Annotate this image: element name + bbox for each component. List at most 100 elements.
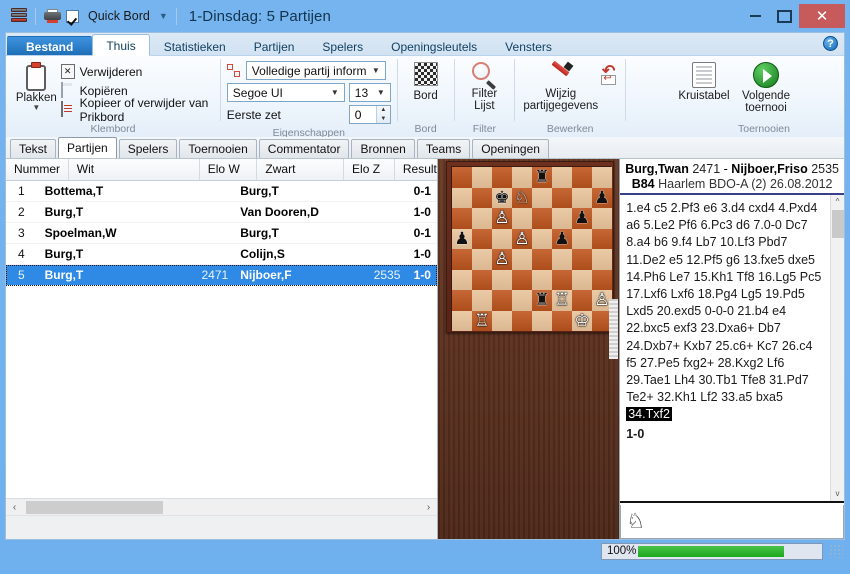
board-square-e1[interactable] [532, 310, 552, 331]
board-button[interactable]: Bord [404, 60, 448, 102]
board-square-h6[interactable] [592, 208, 612, 229]
board-square-f5[interactable]: ♟ [552, 228, 572, 249]
board-square-c3[interactable] [492, 269, 512, 290]
board-square-b5[interactable] [472, 228, 492, 249]
chess-board[interactable]: ♜ ♚ ♘ ♟ ♙ ♟ ♟ ♙ ♟ ♙ ♜ ♖ ♙ ♖ ♔ [451, 166, 612, 331]
board-square-f3[interactable] [552, 269, 572, 290]
board-square-c5[interactable] [492, 228, 512, 249]
board-square-c7[interactable]: ♚ [492, 187, 512, 208]
chevron-down-icon[interactable]: ▼ [32, 104, 40, 112]
tab-bronnen[interactable]: Bronnen [351, 139, 415, 158]
scroll-up-icon[interactable]: ^ [831, 195, 845, 209]
black-pawn-icon[interactable]: ♟ [594, 188, 609, 207]
board-square-f7[interactable] [552, 187, 572, 208]
filter-list-button[interactable]: Filter Lijst [460, 60, 508, 112]
board-square-a1[interactable] [452, 310, 472, 331]
board-square-f2[interactable]: ♖ [552, 290, 572, 311]
white-king-icon[interactable]: ♔ [574, 311, 589, 330]
board-square-b7[interactable] [472, 187, 492, 208]
board-square-g1[interactable]: ♔ [572, 310, 592, 331]
board-square-b1[interactable]: ♖ [472, 310, 492, 331]
tab-teams[interactable]: Teams [416, 139, 471, 158]
white-pawn-icon[interactable]: ♙ [514, 229, 529, 248]
tab-toernooien[interactable]: Toernooien [179, 139, 257, 158]
board-square-d5[interactable]: ♙ [512, 228, 532, 249]
board-square-e6[interactable] [532, 208, 552, 229]
black-rook-icon[interactable]: ♜ [534, 167, 549, 186]
tab-partijen[interactable]: Partijen [58, 137, 117, 158]
tab-spelers[interactable]: Spelers [118, 139, 178, 158]
tab-commentator[interactable]: Commentator [258, 139, 350, 158]
table-row[interactable]: 3 Spoelman,W Burg,T 0-1 [6, 223, 437, 244]
layout-combo[interactable]: Volledige partij inform ▼ [245, 61, 386, 80]
scrollbar-track[interactable] [23, 499, 420, 515]
horizontal-scrollbar[interactable]: ‹ › [6, 498, 437, 515]
board-square-c1[interactable] [492, 310, 512, 331]
crosstable-button[interactable]: Kruistabel [674, 60, 734, 102]
board-square-e7[interactable] [532, 187, 552, 208]
table-row[interactable]: 4 Burg,T Colijn,S 1-0 [6, 244, 437, 265]
board-square-a2[interactable] [452, 290, 472, 311]
quick-board-checkbox[interactable] [66, 9, 79, 23]
minimize-button[interactable] [741, 4, 770, 28]
ribbon-tab-thuis[interactable]: Thuis [92, 34, 150, 56]
white-rook-icon[interactable]: ♖ [474, 311, 489, 330]
board-square-f1[interactable] [552, 310, 572, 331]
tab-tekst[interactable]: Tekst [10, 139, 57, 158]
edit-gamedata-button[interactable]: Wijzig partijgegevens [521, 60, 600, 112]
chevron-down-icon[interactable]: ▼ [374, 88, 388, 97]
stepper-buttons[interactable]: ▲ ▼ [375, 106, 390, 123]
board-square-b2[interactable] [472, 290, 492, 311]
board-square-f8[interactable] [552, 167, 572, 188]
paste-button[interactable]: Plakken ▼ [12, 60, 61, 112]
notation-scrollbar[interactable]: ^ v [830, 195, 844, 501]
board-square-d2[interactable] [512, 290, 532, 311]
board-square-e2[interactable]: ♜ [532, 290, 552, 311]
board-square-e3[interactable] [532, 269, 552, 290]
board-square-f4[interactable] [552, 249, 572, 270]
board-square-e8[interactable]: ♜ [532, 167, 552, 188]
black-pawn-icon[interactable]: ♟ [554, 229, 569, 248]
board-square-a6[interactable] [452, 208, 472, 229]
board-square-g3[interactable] [572, 269, 592, 290]
board-square-b3[interactable] [472, 269, 492, 290]
ribbon-tab-partijen[interactable]: Partijen [240, 36, 309, 56]
scroll-down-icon[interactable]: v [831, 487, 845, 501]
board-square-a5[interactable]: ♟ [452, 228, 472, 249]
scrollbar-thumb[interactable] [26, 500, 163, 514]
white-knight-icon[interactable]: ♘ [514, 188, 529, 207]
board-square-d7[interactable]: ♘ [512, 187, 532, 208]
help-icon[interactable]: ? [823, 36, 838, 51]
board-square-f6[interactable] [552, 208, 572, 229]
board-square-h4[interactable] [592, 249, 612, 270]
board-square-h5[interactable] [592, 228, 612, 249]
board-square-c6[interactable]: ♙ [492, 208, 512, 229]
board-square-g2[interactable] [572, 290, 592, 311]
chevron-down-icon[interactable]: ▼ [369, 66, 383, 75]
table-row[interactable]: 1 Bottema,T Burg,T 0-1 [6, 181, 437, 202]
font-combo[interactable]: Segoe UI ▼ [226, 83, 345, 102]
board-square-g8[interactable] [572, 167, 592, 188]
column-header-wit[interactable]: Wit [69, 159, 200, 180]
table-row-selected[interactable]: 5 Burg,T 2471 Nijboer,F 2535 1-0 [6, 265, 437, 286]
board-square-g5[interactable] [572, 228, 592, 249]
current-move[interactable]: 34.Txf2 [626, 407, 672, 422]
pinboard-command[interactable]: Kopieer of verwijder van Prikbord [60, 96, 214, 124]
board-square-a4[interactable] [452, 249, 472, 270]
white-pawn-icon[interactable]: ♙ [494, 208, 509, 227]
board-square-a8[interactable] [452, 167, 472, 188]
white-rook-icon[interactable]: ♖ [554, 290, 569, 309]
firstmove-stepper[interactable]: 0 ▲ ▼ [348, 105, 391, 124]
black-pawn-icon[interactable]: ♟ [454, 229, 469, 248]
scroll-right-icon[interactable]: › [420, 502, 437, 513]
board-square-b6[interactable] [472, 208, 492, 229]
white-pawn-icon[interactable]: ♙ [494, 249, 509, 268]
ribbon-tab-vensters[interactable]: Vensters [491, 36, 566, 56]
board-square-d1[interactable] [512, 310, 532, 331]
board-square-g7[interactable] [572, 187, 592, 208]
black-king-icon[interactable]: ♚ [494, 188, 509, 207]
board-square-d8[interactable] [512, 167, 532, 188]
column-header-zwart[interactable]: Zwart [257, 159, 345, 180]
board-square-b8[interactable] [472, 167, 492, 188]
board-square-d4[interactable] [512, 249, 532, 270]
